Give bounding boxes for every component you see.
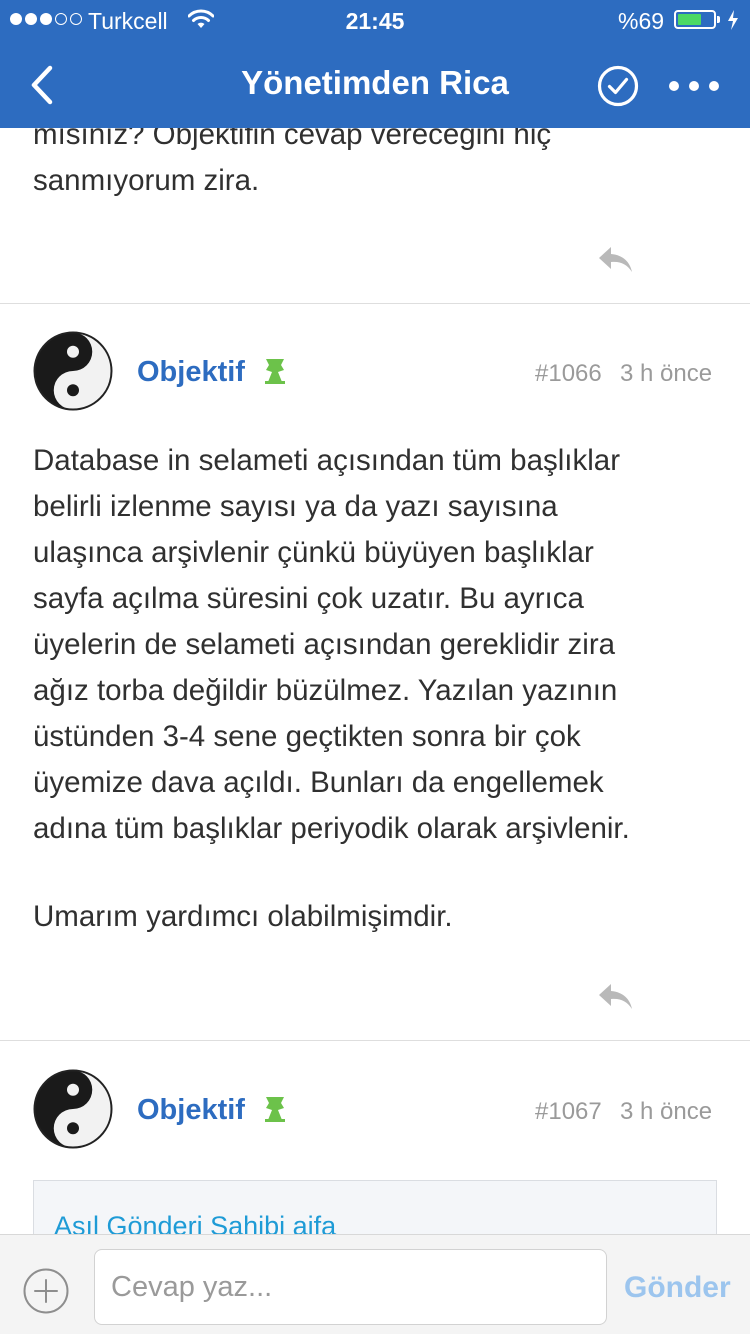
battery-tip: [717, 16, 720, 23]
send-button[interactable]: Gönder: [624, 1271, 731, 1305]
post-line: ağız torba değildir büzülmez. Yazılan ya…: [33, 674, 618, 707]
author-name[interactable]: Objektif: [137, 1094, 245, 1127]
charging-bolt-icon: [728, 10, 738, 30]
moderator-badge-icon: [265, 359, 285, 384]
reply-input[interactable]: [94, 1249, 607, 1325]
post-body: Database in selameti açısından tüm başlı…: [33, 438, 630, 852]
post-number[interactable]: #1066: [535, 360, 602, 388]
quote-block: Asıl Gönderi Sahibi aifa: [33, 1180, 717, 1234]
post-line: sanmıyorum zira.: [33, 164, 260, 197]
battery-level: [678, 14, 702, 25]
reply-bar: Gönder: [0, 1234, 750, 1334]
post-line: üyemize dava açıldı. Bunları da engellem…: [33, 766, 604, 799]
post-number[interactable]: #1067: [535, 1098, 602, 1126]
post-closing: Umarım yardımcı olabilmişimdir.: [33, 900, 453, 933]
quote-author-link[interactable]: Asıl Gönderi Sahibi aifa: [54, 1211, 336, 1234]
post-line: adına tüm başlıklar periyodik olarak arş…: [33, 812, 630, 845]
avatar[interactable]: [33, 331, 113, 411]
avatar[interactable]: [33, 1069, 113, 1149]
reply-icon[interactable]: [596, 980, 636, 1014]
author-name[interactable]: Objektif: [137, 356, 245, 389]
post-time: 3 h önce: [620, 360, 713, 387]
battery-percentage: %69: [618, 8, 665, 34]
post-line: üyelerin de selameti açısından gereklidi…: [33, 628, 616, 661]
post-divider: [0, 1040, 750, 1041]
post-divider: [0, 303, 750, 304]
post-line: sayfa açılma süresini çok uzatır. Bu ayr…: [33, 582, 584, 615]
moderator-badge-icon: [265, 1097, 285, 1122]
more-horizontal-icon[interactable]: [666, 76, 722, 96]
post-line: Database in selameti açısından tüm başlı…: [33, 444, 621, 477]
post-time: 3 h önce: [620, 1098, 713, 1125]
post-line: ulaşınca arşivlenir çünkü büyüyen başlık…: [33, 536, 594, 569]
battery-icon: [674, 10, 716, 29]
post-body-partial: mısınız? Objektifin cevap vereceğini hiç…: [33, 128, 551, 204]
reply-icon[interactable]: [596, 243, 636, 277]
navigation-bar: Yönetimden Rica: [0, 40, 750, 128]
post-line: üstünden 3-4 sene geçtikten sonra bir ço…: [33, 720, 581, 753]
thread-content[interactable]: mısınız? Objektifin cevap vereceğini hiç…: [0, 128, 750, 1234]
post-line: mısınız? Objektifin cevap vereceğini hiç: [33, 128, 552, 151]
post-line: belirli izlenme sayısı ya da yazı sayısı…: [33, 490, 558, 523]
status-bar: Turkcell 21:45 %69: [0, 0, 750, 40]
add-attachment-icon[interactable]: [22, 1267, 70, 1315]
check-circle-icon[interactable]: [596, 64, 640, 108]
